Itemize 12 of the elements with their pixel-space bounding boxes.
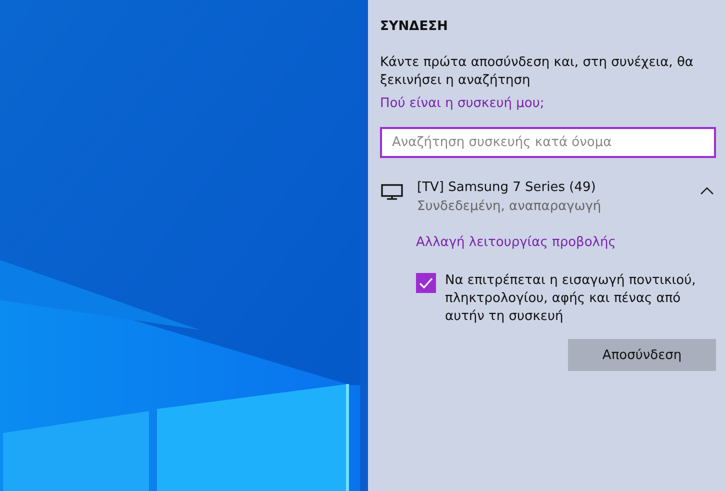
device-status: Συνδεδεμένη, αναπαραγωγή xyxy=(417,198,602,216)
disconnect-button[interactable]: Αποσύνδεση xyxy=(568,339,716,371)
monitor-icon xyxy=(381,184,403,200)
checkbox[interactable] xyxy=(416,273,436,293)
device-name: [TV] Samsung 7 Series (49) xyxy=(417,179,597,197)
projection-mode-link[interactable]: Αλλαγή λειτουργίας προβολής xyxy=(416,235,616,250)
panel-title: ΣΥΝΔΕΣΗ xyxy=(380,19,449,34)
search-field[interactable]: Αναζήτηση συσκευής κατά όνομα xyxy=(380,127,716,158)
chevron-icon[interactable] xyxy=(700,186,714,195)
help-link[interactable]: Πού είναι η συσκευή μου; xyxy=(380,96,544,111)
checkbox-label: Να επιτρέπεται η εισαγωγή ποντικιού, πληκτρολογίου, αφής και πένας από αυτήν τη συσκευή xyxy=(445,272,697,326)
status-message: Κάντε πρώτα αποσύνδεση και, στη συνέχεια, θα ξεκινήσει η αναζήτηση xyxy=(380,54,694,90)
